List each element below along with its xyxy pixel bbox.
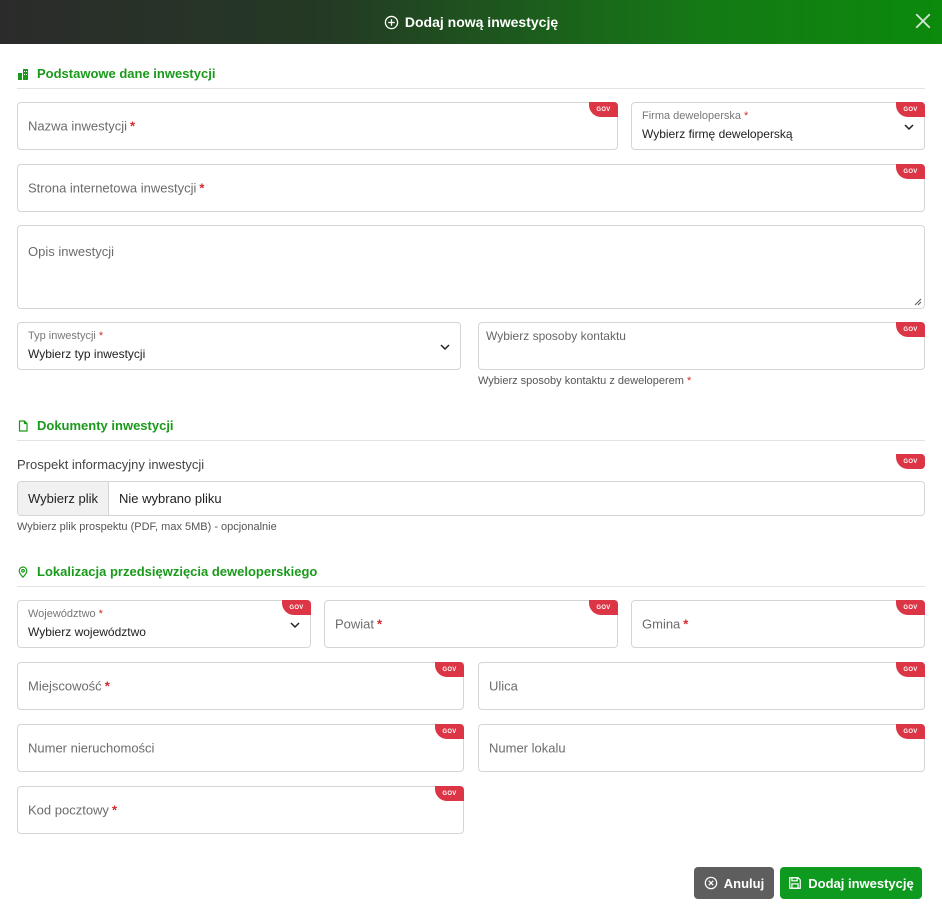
gov-badge: GOV xyxy=(589,102,618,117)
section-divider xyxy=(17,440,925,441)
gov-badge: GOV xyxy=(435,786,464,801)
add-investment-button[interactable]: Dodaj inwestycję xyxy=(780,867,922,899)
file-status: Nie wybrano pliku xyxy=(119,491,222,506)
unit-number-input[interactable]: Numer lokalu GOV xyxy=(478,724,925,772)
gov-badge: GOV xyxy=(896,724,925,739)
close-icon[interactable] xyxy=(914,12,932,30)
gov-badge: GOV xyxy=(896,600,925,615)
file-icon xyxy=(18,419,28,432)
commune-input[interactable]: Gmina * GOV xyxy=(631,600,925,648)
postal-code-input[interactable]: Kod pocztowy * GOV xyxy=(17,786,464,834)
gov-badge: GOV xyxy=(896,454,925,469)
investment-type-select[interactable]: Typ inwestycji * Wybierz typ inwestycji xyxy=(17,322,461,370)
county-input[interactable]: Powiat * GOV xyxy=(324,600,618,648)
section-divider xyxy=(17,88,925,89)
section-basic-title: Podstawowe dane inwestycji xyxy=(17,66,215,81)
save-icon xyxy=(789,877,802,889)
prospectus-file-input[interactable]: Wybierz plik Nie wybrano pliku xyxy=(17,481,925,516)
gov-badge: GOV xyxy=(896,662,925,677)
map-pin-icon xyxy=(18,565,28,578)
resize-handle-icon[interactable] xyxy=(914,298,922,306)
modal-title: Dodaj nową inwestycję xyxy=(384,14,558,30)
modal-title-text: Dodaj nową inwestycję xyxy=(404,14,559,30)
modal-header: Dodaj nową inwestycję xyxy=(0,0,942,44)
gov-badge: GOV xyxy=(435,662,464,677)
gov-badge: GOV xyxy=(435,724,464,739)
contact-methods-select[interactable]: Wybierz sposoby kontaktu GOV xyxy=(478,322,925,370)
gov-badge: GOV xyxy=(896,322,925,337)
prospectus-label: Prospekt informacyjny inwestycji xyxy=(17,457,205,472)
chevron-down-icon xyxy=(904,124,914,131)
plus-circle-icon xyxy=(384,15,399,29)
chevron-down-icon xyxy=(440,344,450,351)
close-circle-icon xyxy=(704,876,718,890)
property-number-input[interactable]: Numer nieruchomości GOV xyxy=(17,724,464,772)
contact-help-text: Wybierz sposoby kontaktu z deweloperem * xyxy=(478,375,692,387)
section-divider xyxy=(17,586,925,587)
voivodeship-select[interactable]: Województwo * Wybierz województwo GOV xyxy=(17,600,311,648)
cancel-button[interactable]: Anuluj xyxy=(694,867,774,899)
chevron-down-icon xyxy=(290,622,300,629)
gov-badge: GOV xyxy=(282,600,311,615)
street-input[interactable]: Ulica GOV xyxy=(478,662,925,710)
city-input[interactable]: Miejscowość * GOV xyxy=(17,662,464,710)
gov-badge: GOV xyxy=(896,164,925,179)
section-location-title: Lokalizacja przedsięwzięcia deweloperski… xyxy=(17,564,317,579)
investment-name-input[interactable]: Nazwa inwestycji * GOV xyxy=(17,102,618,150)
building-icon xyxy=(18,68,28,80)
section-documents-title: Dokumenty inwestycji xyxy=(17,418,174,433)
developer-select[interactable]: Firma deweloperska * Wybierz firmę dewelo… xyxy=(631,102,925,150)
prospectus-help-text: Wybierz plik prospektu (PDF, max 5MB) - … xyxy=(17,521,277,533)
website-input[interactable]: Strona internetowa inwestycji * GOV xyxy=(17,164,925,212)
gov-badge: GOV xyxy=(589,600,618,615)
description-textarea[interactable]: Opis inwestycji xyxy=(17,225,925,309)
choose-file-button[interactable]: Wybierz plik xyxy=(18,482,109,515)
gov-badge: GOV xyxy=(896,102,925,117)
